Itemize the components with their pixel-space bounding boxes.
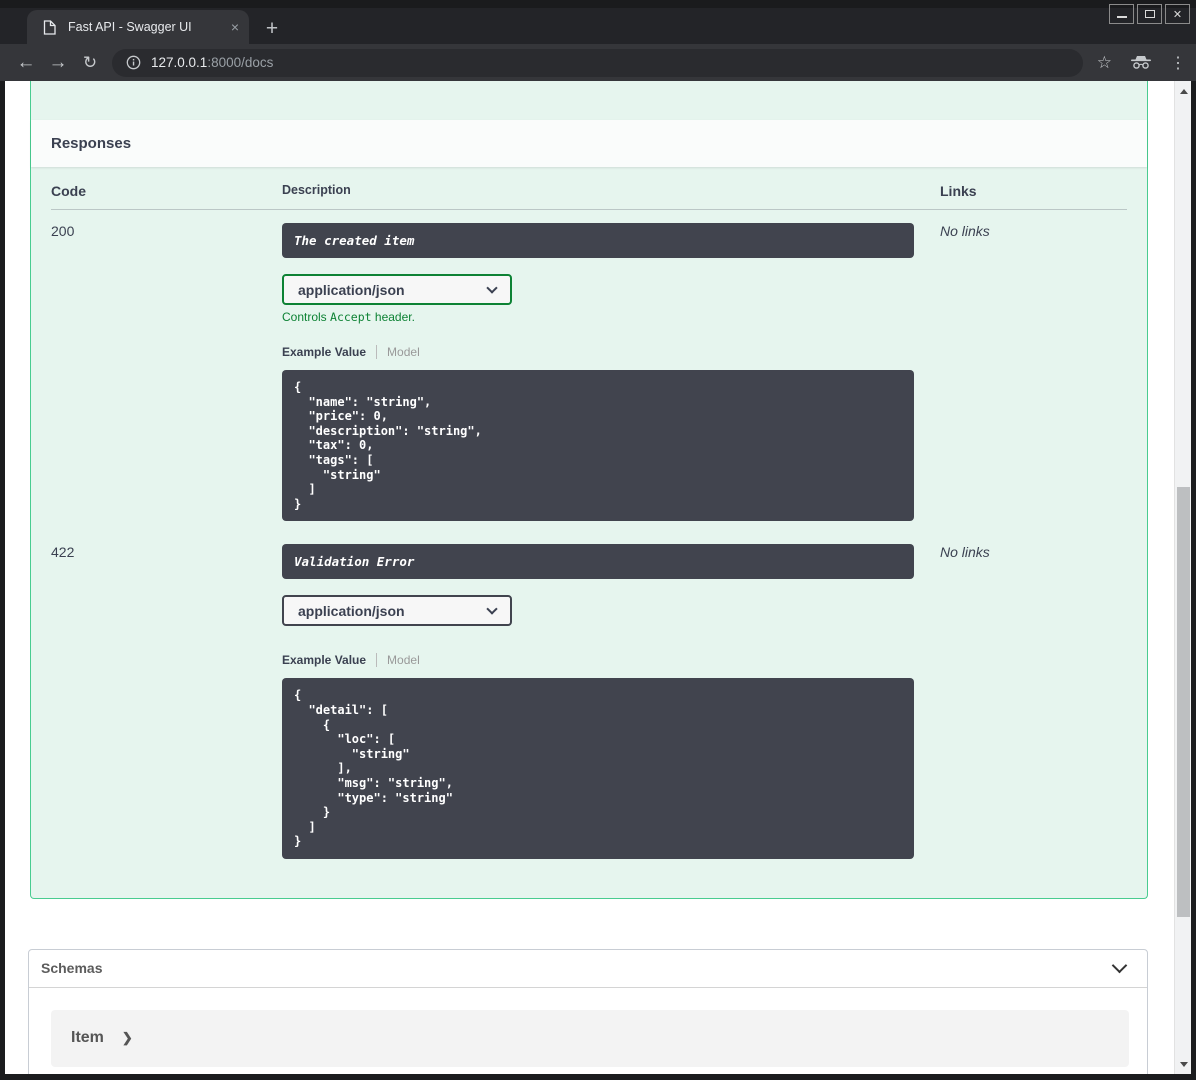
tab-divider [376,653,378,668]
scroll-up-button[interactable] [1175,83,1191,99]
reload-icon[interactable]: ↻ [74,53,106,73]
row-gap [51,521,1127,531]
accept-note-code: Accept [330,310,372,324]
tab-divider [376,345,378,359]
example-json-block-422: { "detail": [ { "loc": [ "string" ], "ms… [282,678,914,859]
browser-toolbar: ← → ↻ 127.0.0.1:8000/docs ☆ ⋮ [0,44,1196,81]
new-tab-button[interactable]: + [260,17,284,41]
media-type-select-200[interactable]: application/json [282,274,512,305]
response-description-cell: The created item application/json Contro… [282,223,940,522]
response-description-cell: Validation Error application/json Exampl… [282,544,940,859]
browser-titlebar: Fast API - Swagger UI × + ✕ [0,0,1196,44]
url-path: :8000/docs [207,55,274,70]
accept-header-note: Controls Accept header. [282,310,940,324]
vertical-scrollbar[interactable] [1174,81,1191,1074]
media-type-value: application/json [298,281,405,298]
window-controls: ✕ [1109,4,1190,24]
links-value: No links [940,544,990,561]
schemas-title: Schemas [41,960,103,977]
close-button[interactable]: ✕ [1165,4,1190,24]
schema-name: Item [71,1029,104,1047]
example-json-block-200: { "name": "string", "price": 0, "descrip… [282,370,914,522]
media-type-value: application/json [298,602,405,619]
chevron-down-icon [486,603,498,615]
back-icon[interactable]: ← [10,52,42,74]
media-type-select-422[interactable]: application/json [282,595,512,627]
schema-model-item[interactable]: Item ❯ [51,1009,1129,1067]
site-info-icon[interactable] [126,55,141,70]
response-description-text: Validation Error [294,554,415,570]
response-description-text: The created item [294,233,415,248]
schemas-body: Item ❯ ValidationError ❯ [29,988,1147,1074]
tab-close-icon[interactable]: × [231,19,239,35]
browser-tab[interactable]: Fast API - Swagger UI × [27,10,249,44]
tab-example-value[interactable]: Example Value [282,345,366,359]
maximize-button[interactable] [1137,4,1162,24]
tab-model[interactable]: Model [387,345,420,359]
chevron-down-icon [486,281,498,294]
links-value: No links [940,223,990,239]
incognito-icon [1131,56,1151,69]
response-code: 200 [51,223,75,239]
response-row-200: 200 The created item application/json Co… [51,210,1127,522]
column-header-code: Code [51,183,86,199]
accept-note-suffix: header. [371,310,415,324]
column-header-description: Description [282,183,351,197]
response-description-box: Validation Error [282,544,914,580]
response-code: 422 [51,544,75,561]
swagger-page: Responses Code Description Links 200 The… [5,81,1174,1074]
url-host: 127.0.0.1 [151,55,208,70]
schemas-header[interactable]: Schemas [29,950,1147,988]
example-model-tabs: Example Value Model [282,653,940,668]
tab-model[interactable]: Model [387,653,420,667]
page-icon [43,19,56,35]
tab-example-value[interactable]: Example Value [282,653,366,667]
chevron-down-icon[interactable] [1111,957,1128,974]
example-model-tabs: Example Value Model [282,345,940,359]
response-row-422: 422 Validation Error application/json Ex… [51,531,1127,859]
opblock-spacer [31,81,1147,120]
browser-menu-icon[interactable]: ⋮ [1170,53,1186,73]
tab-title: Fast API - Swagger UI [68,20,192,34]
schemas-section: Schemas Item ❯ ValidationError ❯ [28,948,1148,1074]
accept-note-prefix: Controls [282,310,331,324]
minimize-icon [1116,16,1127,18]
example-json-422: { "detail": [ { "loc": [ "string" ], "ms… [294,688,453,849]
scrollbar-thumb[interactable] [1177,487,1190,917]
opblock-spacer [31,879,1147,898]
responses-table-header: Code Description Links [51,183,1127,210]
responses-table: Code Description Links 200 The created i… [31,167,1147,879]
responses-title: Responses [51,135,132,152]
response-description-box: The created item [282,223,914,258]
example-json-200: { "name": "string", "price": 0, "descrip… [294,380,482,511]
scroll-down-icon [1179,1061,1188,1067]
scroll-up-icon [1179,88,1188,94]
responses-section-header: Responses [31,120,1147,167]
bookmark-star-icon[interactable]: ☆ [1097,53,1112,73]
chevron-right-icon[interactable]: ❯ [122,1030,133,1046]
toolbar-right-icons: ☆ ⋮ [1097,53,1186,73]
address-bar[interactable]: 127.0.0.1:8000/docs [112,48,1083,77]
page-viewport: Responses Code Description Links 200 The… [5,81,1191,1074]
column-header-links: Links [940,183,977,199]
scroll-down-button[interactable] [1175,1056,1191,1072]
maximize-icon [1144,10,1155,18]
forward-icon[interactable]: → [42,52,74,74]
window-frame-edge [0,0,1196,8]
opblock-post: Responses Code Description Links 200 The… [30,81,1148,899]
url-text: 127.0.0.1:8000/docs [151,55,273,70]
minimize-button[interactable] [1109,4,1134,24]
